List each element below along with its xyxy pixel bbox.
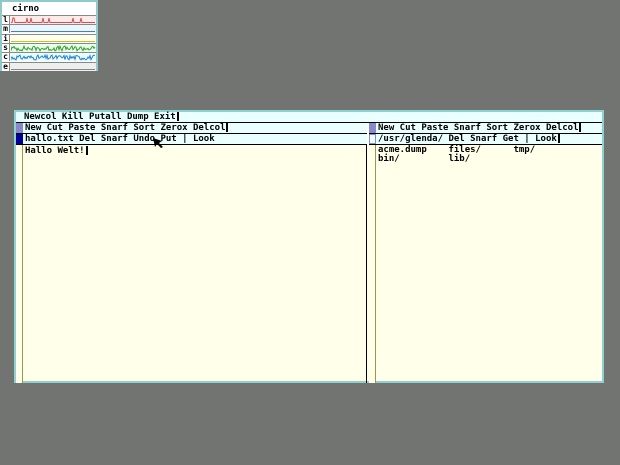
stats-label: e	[2, 62, 10, 71]
scrollbar[interactable]	[16, 145, 23, 383]
column-tag-text[interactable]: New Cut Paste Snarf Sort Zerox Delcol	[16, 123, 225, 133]
mouse-pointer-icon	[153, 138, 163, 148]
stats-row-i: i	[2, 33, 96, 43]
tag-cursor	[557, 134, 560, 143]
window-tag[interactable]: hallo.txt Del Snarf Undo Put | Look	[16, 134, 367, 145]
column-left: New Cut Paste Snarf Sort Zerox Delcol ha…	[16, 123, 367, 383]
scrollbar[interactable]	[369, 145, 376, 383]
stats-graph	[11, 40, 95, 42]
stats-label: m	[2, 25, 10, 34]
window-tag[interactable]: /usr/glenda/ Del Snarf Get | Look	[369, 134, 602, 145]
window-tag-text[interactable]: /usr/glenda/ Del Snarf Get | Look	[369, 134, 557, 144]
stats-label: c	[2, 53, 10, 62]
stats-graph	[11, 44, 96, 52]
stats-graph	[11, 68, 95, 70]
stats-label: s	[2, 43, 10, 52]
stats-row-s: s	[2, 42, 96, 52]
stats-row-m: m	[2, 24, 96, 34]
acme-window: Newcol Kill Putall Dump Exit New Cut Pas…	[14, 110, 604, 383]
main-tag-text[interactable]: Newcol Kill Putall Dump Exit	[16, 112, 176, 122]
column-tag[interactable]: New Cut Paste Snarf Sort Zerox Delcol	[369, 123, 602, 134]
window-body[interactable]: acme.dump files/ tmp/ bin/ lib/	[378, 146, 536, 164]
column-tag-text[interactable]: New Cut Paste Snarf Sort Zerox Delcol	[369, 123, 578, 133]
column-right: New Cut Paste Snarf Sort Zerox Delcol /u…	[369, 123, 602, 383]
column-tag[interactable]: New Cut Paste Snarf Sort Zerox Delcol	[16, 123, 367, 134]
stats-graph	[11, 53, 96, 62]
text-cursor	[85, 146, 88, 155]
stats-widget: cirno lmisce	[0, 0, 98, 71]
main-tag[interactable]: Newcol Kill Putall Dump Exit	[16, 112, 602, 123]
stats-row-c: c	[2, 52, 96, 62]
tag-cursor	[226, 123, 229, 132]
window-handle[interactable]	[369, 134, 376, 144]
window-modified-handle[interactable]	[16, 134, 23, 144]
stats-graph	[11, 17, 95, 23]
stats-graph	[11, 31, 95, 33]
stats-row-e: e	[2, 61, 96, 71]
stats-hostname: cirno	[12, 4, 40, 14]
tag-cursor	[579, 123, 582, 132]
stats-row-l: l	[2, 15, 96, 24]
window-tag-text[interactable]: hallo.txt Del Snarf Undo Put | Look	[16, 134, 215, 144]
tag-cursor	[176, 112, 179, 121]
stats-label: l	[2, 16, 10, 24]
stats-label: i	[2, 34, 10, 43]
window-body[interactable]: Hallo Welt!	[25, 146, 88, 156]
body-text[interactable]: Hallo Welt!	[25, 146, 85, 156]
column-handle[interactable]	[369, 123, 376, 133]
column-handle[interactable]	[16, 123, 23, 133]
